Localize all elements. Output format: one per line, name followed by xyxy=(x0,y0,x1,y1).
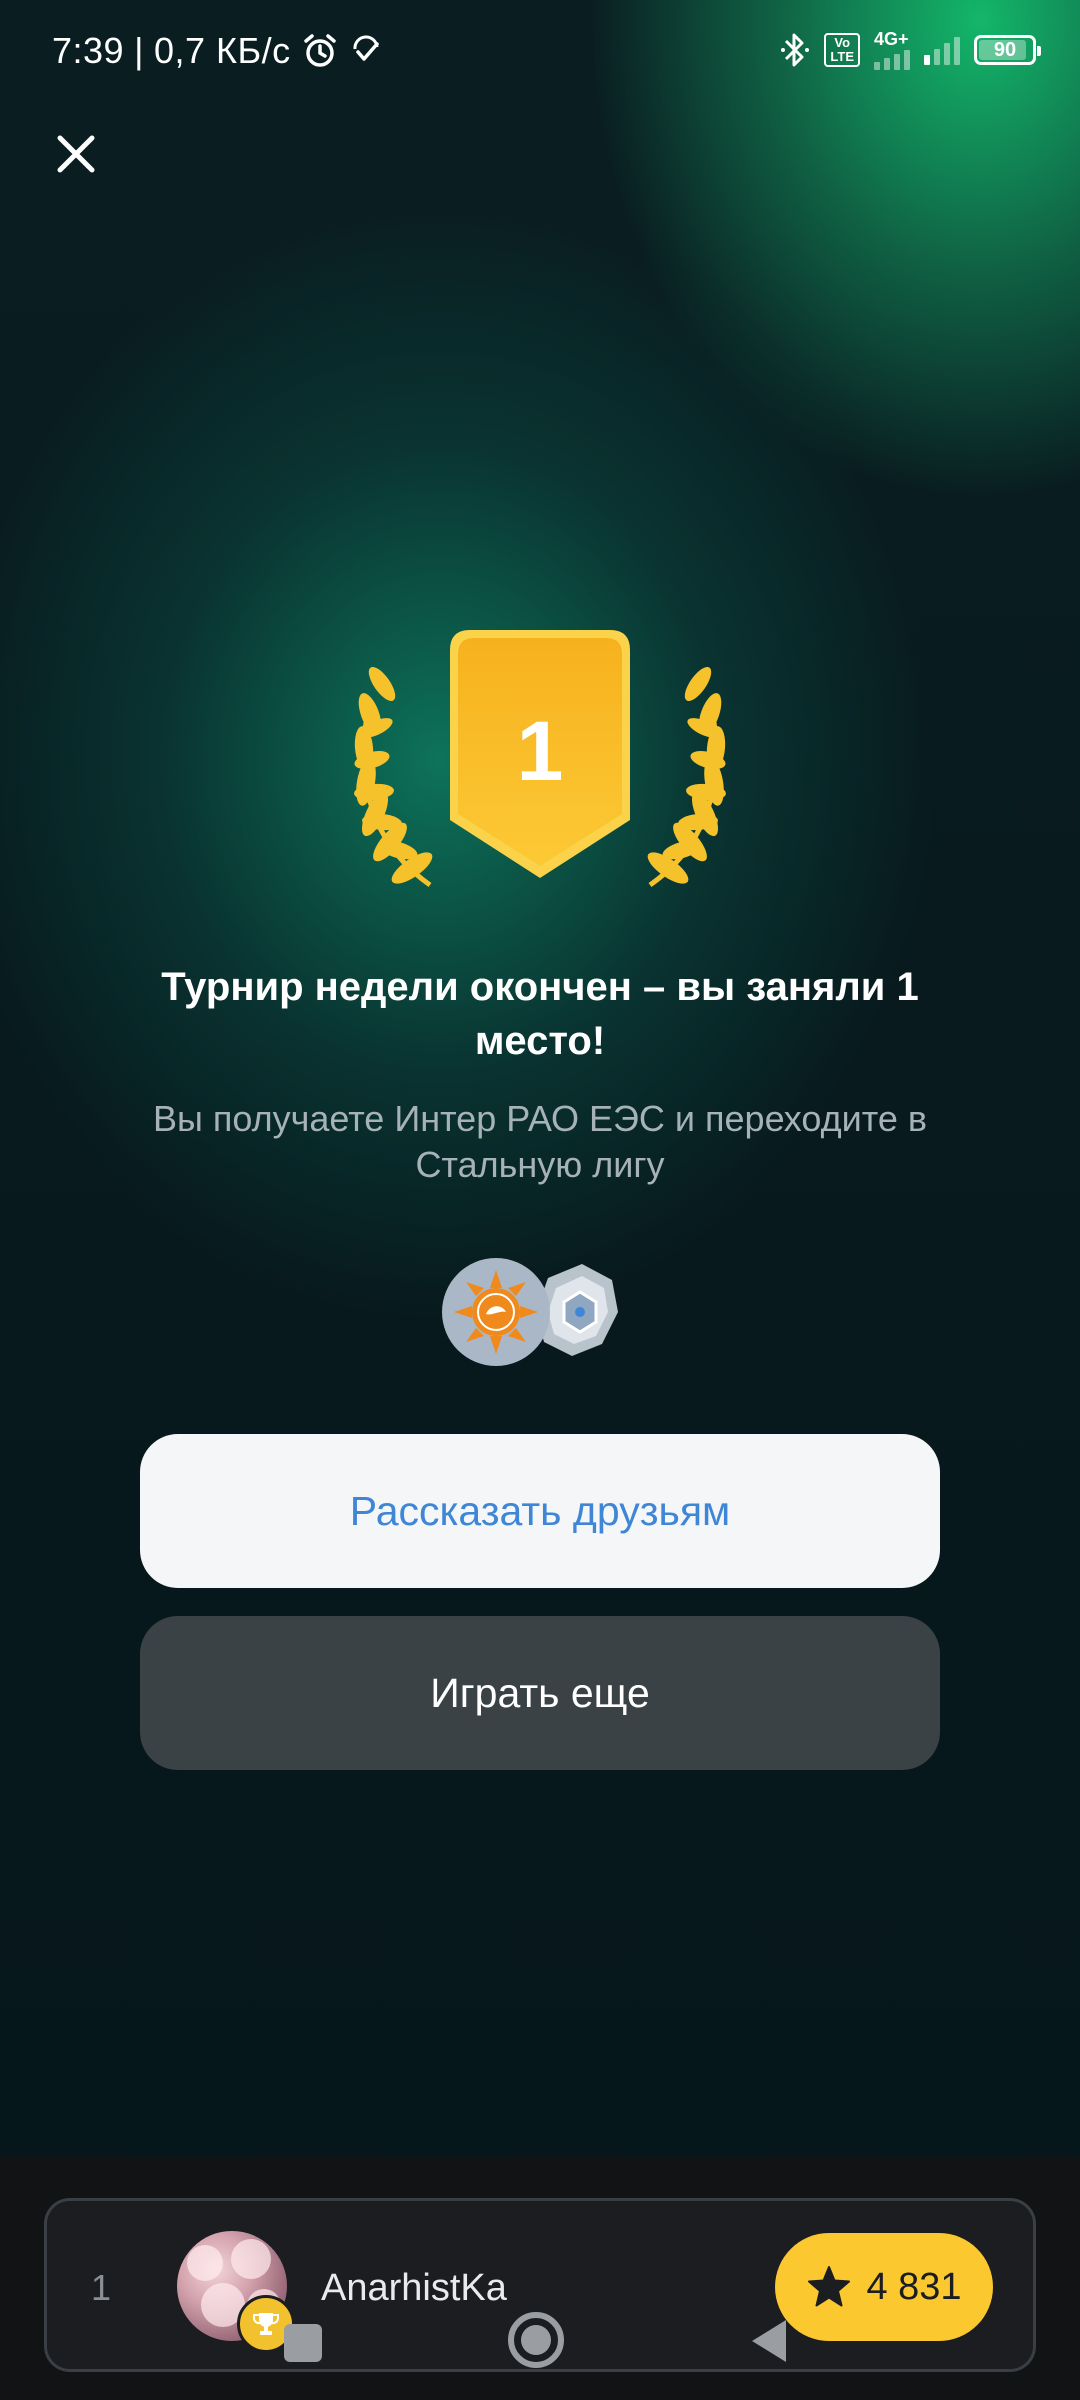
play-again-button[interactable]: Играть еще xyxy=(140,1616,940,1770)
status-time: 7:39 xyxy=(52,30,125,71)
company-logo-icon xyxy=(442,1258,550,1366)
medal-badge: 1 xyxy=(320,610,760,910)
square-icon xyxy=(284,2324,322,2362)
laurel-medal-icon: 1 xyxy=(354,630,726,888)
result-subtitle: Вы получаете Интер РАО ЕЭС и переходите … xyxy=(153,1098,927,1185)
medal-place: 1 xyxy=(517,704,564,798)
bluetooth-icon xyxy=(781,33,810,67)
network-type: 4G+ xyxy=(874,29,909,49)
share-button[interactable]: Рассказать друзьям xyxy=(140,1434,940,1588)
signal-icon xyxy=(874,48,910,70)
rewards-group xyxy=(440,1256,630,1368)
home-button[interactable] xyxy=(506,2310,566,2375)
volte-badge: Vo LTE xyxy=(824,33,860,67)
status-separator: | xyxy=(134,30,144,71)
close-button[interactable] xyxy=(46,124,106,184)
circle-icon xyxy=(508,2312,564,2368)
alarm-icon xyxy=(303,34,336,67)
system-navbar xyxy=(0,2300,1080,2400)
back-button[interactable] xyxy=(748,2316,790,2371)
status-bar: 7:39 | 0,7 КБ/с Vo LTE 4G+ 90 xyxy=(0,0,1080,104)
network-group: 4G+ xyxy=(874,30,910,70)
volte-top: Vo xyxy=(834,35,851,50)
volte-bottom: LTE xyxy=(830,49,854,64)
battery-icon: 90 xyxy=(974,35,1041,65)
status-left: 7:39 | 0,7 КБ/с xyxy=(52,30,383,72)
close-icon xyxy=(57,135,95,173)
battery-level: 90 xyxy=(993,38,1017,61)
background xyxy=(0,0,1080,2400)
status-speed: 0,7 КБ/с xyxy=(153,30,291,71)
signal-bars-icon xyxy=(924,35,960,65)
status-right: Vo LTE 4G+ 90 xyxy=(780,30,1041,70)
recent-apps-button[interactable] xyxy=(282,2322,324,2369)
result-title: Турнир недели окончен – вы заняли 1 мест… xyxy=(161,965,919,1063)
back-triangle-icon xyxy=(752,2320,786,2362)
check-icon xyxy=(353,35,379,61)
